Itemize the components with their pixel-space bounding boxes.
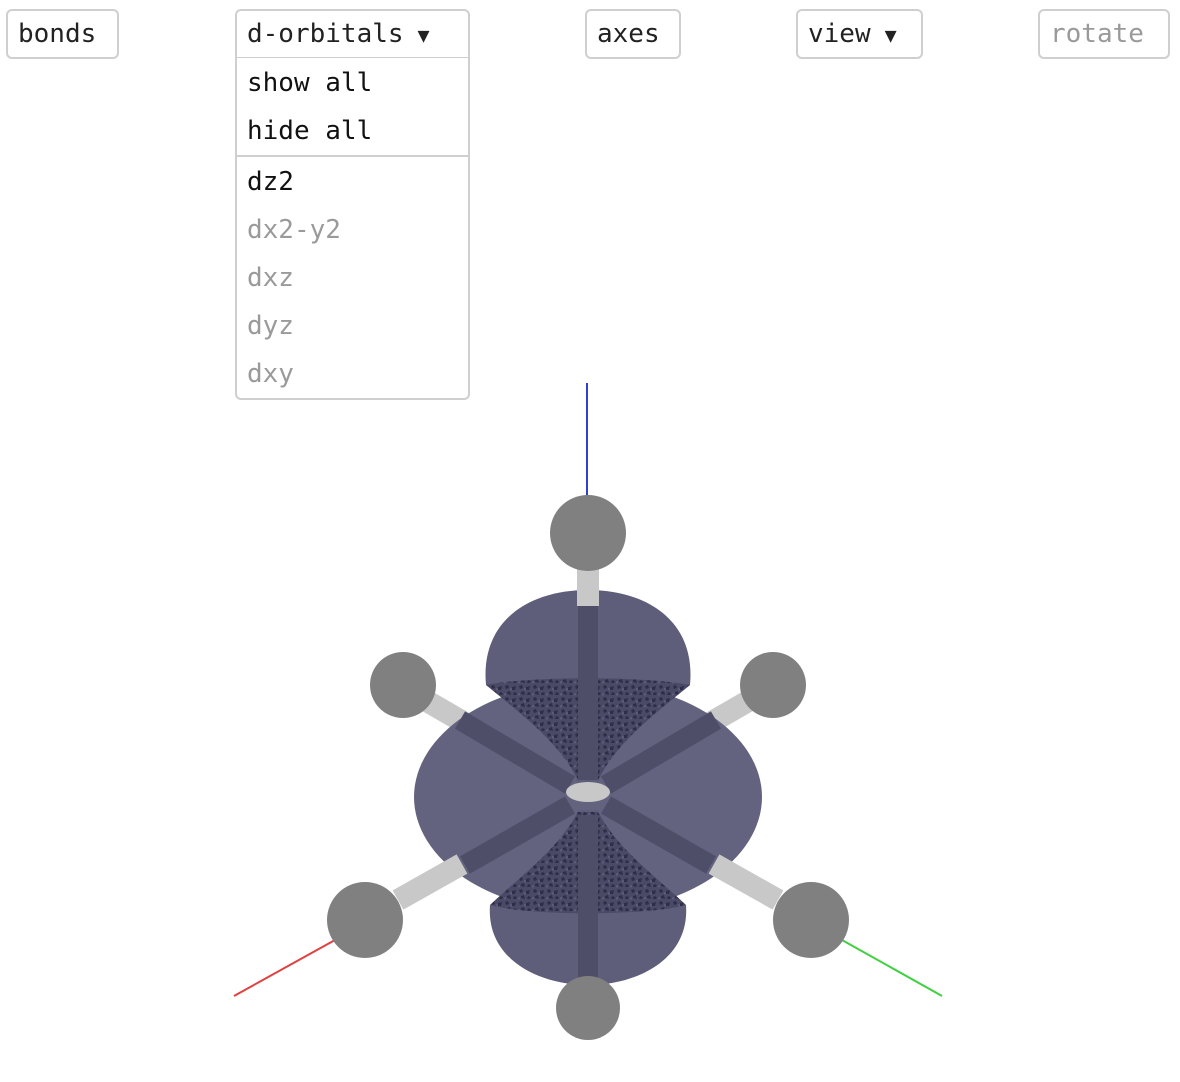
atom-left-front [327,882,403,958]
menu-item-dz2[interactable]: dz2 [247,167,294,197]
rotate-button-label: rotate [1050,19,1144,49]
bond-left-front [392,854,468,910]
menu-divider [237,155,468,157]
d-orbitals-label: d-orbitals [247,19,404,49]
menu-item-dxy[interactable]: dxy [247,359,294,389]
atom-left-back [370,652,436,718]
menu-item-hide-all[interactable]: hide all [247,116,372,146]
axes-button-label: axes [597,19,660,49]
atom-right-back [740,652,806,718]
atom-right-front [773,882,849,958]
d-orbitals-dropdown[interactable]: d-orbitals ▼ [235,9,470,59]
chevron-down-icon: ▼ [884,23,897,47]
menu-item-dx2-y2[interactable]: dx2-y2 [247,215,341,245]
chevron-down-icon: ▼ [417,23,430,47]
atom-bottom [556,976,620,1040]
menu-item-dxz[interactable]: dxz [247,263,294,293]
y-axis-line [841,939,943,997]
atom-center [566,782,610,802]
menu-item-show-all[interactable]: show all [247,68,372,98]
molecule-viewer[interactable] [0,0,1180,1082]
rotate-button[interactable]: rotate [1038,9,1170,59]
bonds-button[interactable]: bonds [6,9,119,59]
atom-top [550,495,626,571]
view-dropdown[interactable]: view ▼ [796,9,923,59]
bond-right-front [708,854,784,910]
x-axis-line [233,939,336,997]
menu-item-dyz[interactable]: dyz [247,311,294,341]
view-label: view [808,19,871,49]
axes-button[interactable]: axes [585,9,681,59]
d-orbitals-menu: show all hide all dz2 dx2-y2 dxz dyz dxy [235,57,470,400]
bonds-button-label: bonds [18,19,97,49]
